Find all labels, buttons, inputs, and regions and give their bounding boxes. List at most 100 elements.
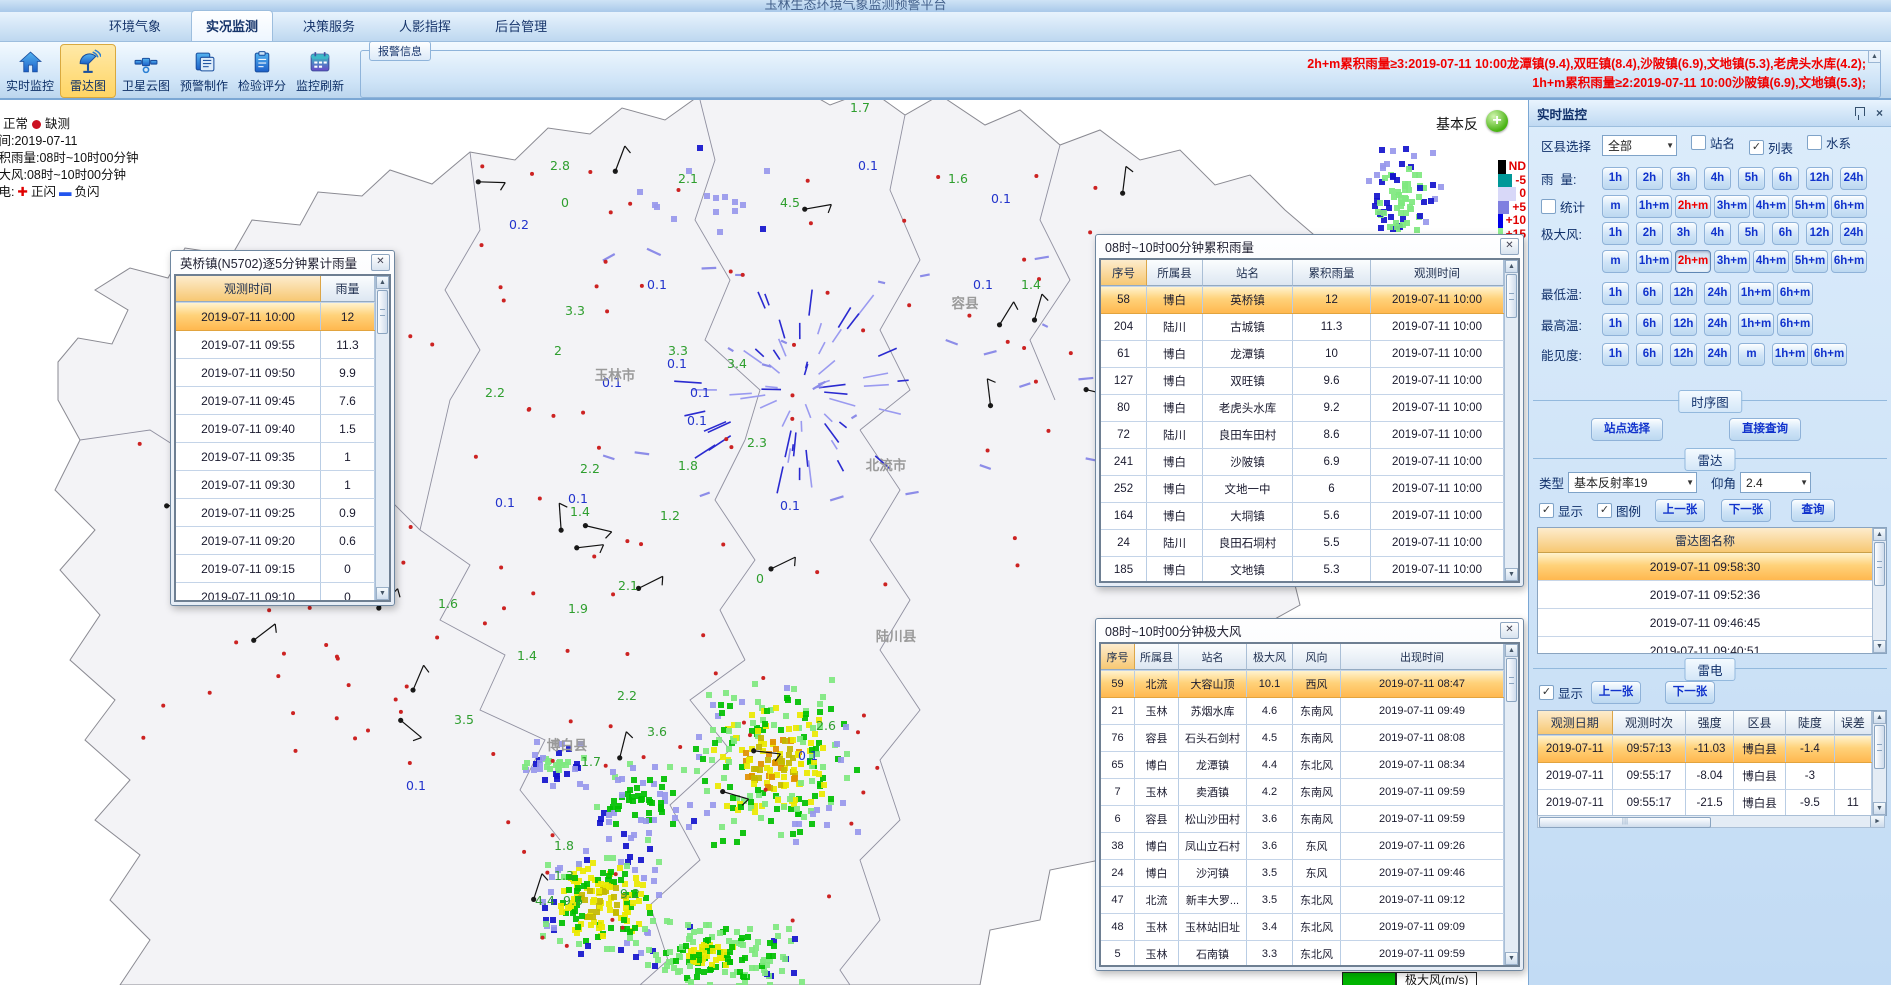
period-button-m[interactable]: m bbox=[1602, 250, 1629, 273]
table-row[interactable]: 2019-07-11 09:401.5 bbox=[176, 415, 375, 443]
radar-show-checkbox[interactable]: ✓显示 bbox=[1539, 501, 1583, 520]
table-row[interactable]: 80博白老虎头水库9.22019-07-11 10:00 bbox=[1101, 395, 1504, 422]
table-row[interactable]: 65博白龙潭镇4.4东北风2019-07-11 08:34 bbox=[1101, 752, 1504, 779]
scroll-down-icon[interactable]: ▼ bbox=[1873, 802, 1886, 815]
table-row[interactable]: 2019-07-11 09:150 bbox=[176, 555, 375, 583]
column-header[interactable]: 出现时间 bbox=[1341, 644, 1504, 670]
table-row[interactable]: 61博白龙潭镇102019-07-11 10:00 bbox=[1101, 341, 1504, 368]
period-button-24h[interactable]: 24h bbox=[1704, 313, 1731, 336]
district-select[interactable]: 全部▼ bbox=[1602, 135, 1677, 156]
period-button-1h[interactable]: 1h bbox=[1602, 167, 1629, 190]
table-row[interactable]: 47北流新丰大罗...3.5东北风2019-07-11 09:12 bbox=[1101, 887, 1504, 914]
table-row[interactable]: 21玉林苏烟水库4.6东南风2019-07-11 09:49 bbox=[1101, 698, 1504, 725]
period-button-3h[interactable]: 3h bbox=[1670, 222, 1697, 245]
period-button-12h[interactable]: 12h bbox=[1670, 343, 1697, 366]
menu-tab-实况监测[interactable]: 实况监测 bbox=[191, 10, 273, 41]
table-row[interactable]: 76容县石头石剑村4.5东南风2019-07-11 08:08 bbox=[1101, 725, 1504, 752]
scroll-down-icon[interactable]: ▼ bbox=[376, 587, 389, 600]
period-button-4h[interactable]: 4h bbox=[1704, 167, 1731, 190]
scroll-thumb[interactable] bbox=[1874, 542, 1885, 586]
period-button-m[interactable]: m bbox=[1738, 343, 1765, 366]
column-header[interactable]: 观测时次 bbox=[1613, 711, 1687, 735]
lightning-hscrollbar[interactable]: ► bbox=[1537, 815, 1885, 828]
lightning-next-button[interactable]: 下一张 bbox=[1665, 681, 1715, 704]
table-row[interactable]: 5玉林石南镇3.3东北风2019-07-11 09:59 bbox=[1101, 941, 1504, 965]
table-row[interactable]: 58博白英桥镇122019-07-11 10:00 bbox=[1101, 287, 1504, 314]
period-button-24h[interactable]: 24h bbox=[1704, 343, 1731, 366]
column-header[interactable]: 站名 bbox=[1179, 644, 1247, 670]
period-button-24h[interactable]: 24h bbox=[1704, 282, 1731, 305]
period-button-2h+m[interactable]: 2h+m bbox=[1675, 195, 1711, 218]
period-button-5h+m[interactable]: 5h+m bbox=[1792, 195, 1828, 218]
column-header[interactable]: 极大风 bbox=[1247, 644, 1293, 670]
period-button-12h[interactable]: 12h bbox=[1806, 167, 1833, 190]
column-header[interactable]: 序号 bbox=[1101, 644, 1135, 670]
radar-next-button[interactable]: 下一张 bbox=[1721, 499, 1771, 522]
table-row[interactable]: 2019-07-11 09:457.6 bbox=[176, 387, 375, 415]
period-button-1h[interactable]: 1h bbox=[1602, 222, 1629, 245]
popup-accumulated-rain[interactable]: 08时~10时00分钟累积雨量✕序号所属县站名累积雨量观测时间58博白英桥镇12… bbox=[1095, 234, 1524, 587]
menu-tab-后台管理[interactable]: 后台管理 bbox=[481, 11, 561, 41]
toolbar-button-实时监控[interactable]: 实时监控 bbox=[2, 44, 58, 98]
radar-prev-button[interactable]: 上一张 bbox=[1655, 499, 1705, 522]
lightning-table[interactable]: 观测日期观测时次强度区县陡度误差2019-07-1109:57:13-11.03… bbox=[1537, 710, 1887, 816]
menu-tab-人影指挥[interactable]: 人影指挥 bbox=[385, 11, 465, 41]
period-button-12h[interactable]: 12h bbox=[1670, 313, 1697, 336]
lightning-show-checkbox[interactable]: ✓显示 bbox=[1539, 683, 1583, 702]
column-header[interactable]: 所属县 bbox=[1135, 644, 1179, 670]
table-row[interactable]: 2019-07-11 09:351 bbox=[176, 443, 375, 471]
table-row[interactable]: 2019-07-1109:55:17-8.04博白县-3 bbox=[1538, 763, 1872, 790]
checkbox-站名[interactable]: 站名 bbox=[1691, 133, 1735, 152]
popup-station-rain[interactable]: 英桥镇(N5702)逐5分钟累计雨量✕观测时间雨量2019-07-11 10:0… bbox=[170, 250, 395, 606]
scroll-down-icon[interactable]: ▼ bbox=[1505, 568, 1518, 581]
checkbox-列表[interactable]: ✓列表 bbox=[1749, 138, 1793, 157]
period-button-1h[interactable]: 1h bbox=[1602, 313, 1629, 336]
toolbar-button-监控刷新[interactable]: 监控刷新 bbox=[292, 44, 348, 98]
table-row[interactable]: 6容县松山沙田村3.6东南风2019-07-11 09:59 bbox=[1101, 806, 1504, 833]
radar-type-select[interactable]: 基本反射率19▼ bbox=[1568, 472, 1697, 493]
table-row[interactable]: 72陆川良田车田村8.62019-07-11 10:00 bbox=[1101, 422, 1504, 449]
period-button-6h[interactable]: 6h bbox=[1772, 222, 1799, 245]
legend-zoom-plus-icon[interactable]: + bbox=[1486, 110, 1508, 132]
column-header[interactable]: 陡度 bbox=[1786, 711, 1835, 735]
popup-titlebar[interactable]: 英桥镇(N5702)逐5分钟累计雨量✕ bbox=[171, 251, 394, 273]
period-button-2h+m[interactable]: 2h+m bbox=[1675, 250, 1711, 273]
period-button-3h+m[interactable]: 3h+m bbox=[1714, 195, 1750, 218]
lightning-prev-button[interactable]: 上一张 bbox=[1591, 681, 1641, 704]
table-row[interactable]: 2019-07-1109:57:13-11.03博白县-1.4 bbox=[1538, 736, 1872, 763]
table-row[interactable]: 252博白文地一中62019-07-11 10:00 bbox=[1101, 476, 1504, 503]
table-row[interactable]: 7玉林卖酒镇4.2东南风2019-07-11 09:59 bbox=[1101, 779, 1504, 806]
scroll-up-icon[interactable]: ▲ bbox=[1505, 260, 1518, 273]
period-button-5h+m[interactable]: 5h+m bbox=[1792, 250, 1828, 273]
statistics-checkbox[interactable]: 统计 bbox=[1529, 197, 1602, 216]
pin-icon[interactable] bbox=[1855, 107, 1865, 116]
period-button-6h+m[interactable]: 6h+m bbox=[1777, 313, 1813, 336]
period-button-1h[interactable]: 1h bbox=[1602, 282, 1629, 305]
column-header[interactable]: 观测日期 bbox=[1538, 711, 1613, 735]
toolbar-button-卫星云图[interactable]: 卫星云图 bbox=[118, 44, 174, 98]
period-button-3h+m[interactable]: 3h+m bbox=[1714, 250, 1750, 273]
column-header[interactable]: 雨量 bbox=[321, 276, 375, 302]
table-row[interactable]: 24博白沙河镇3.5东风2019-07-11 09:46 bbox=[1101, 860, 1504, 887]
period-button-1h[interactable]: 1h bbox=[1602, 343, 1629, 366]
radar-legend-checkbox[interactable]: ✓图例 bbox=[1597, 501, 1641, 520]
period-button-6h[interactable]: 6h bbox=[1636, 343, 1663, 366]
period-button-1h+m[interactable]: 1h+m bbox=[1738, 282, 1774, 305]
period-button-6h[interactable]: 6h bbox=[1636, 282, 1663, 305]
period-button-12h[interactable]: 12h bbox=[1670, 282, 1697, 305]
table-row[interactable]: 48玉林玉林站旧址3.4东北风2019-07-11 09:09 bbox=[1101, 914, 1504, 941]
weather-map[interactable]: 3.322.20.13.30.13.40.10.12.32.21.80.11.4… bbox=[0, 100, 1528, 985]
radar-query-button[interactable]: 查询 bbox=[1791, 499, 1835, 522]
table-row[interactable]: 204陆川古城镇11.32019-07-11 10:00 bbox=[1101, 314, 1504, 341]
table-row[interactable]: 38博白凤山立石村3.6东风2019-07-11 09:26 bbox=[1101, 833, 1504, 860]
popup-close-icon[interactable]: ✕ bbox=[371, 254, 390, 271]
station-select-button[interactable]: 站点选择 bbox=[1591, 418, 1663, 441]
toolbar-button-预警制作[interactable]: 预警制作 bbox=[176, 44, 232, 98]
radar-image-list[interactable]: 雷达图名称2019-07-11 09:58:302019-07-11 09:52… bbox=[1537, 527, 1887, 654]
table-row[interactable]: 59北流大容山顶10.1西风2019-07-11 08:47 bbox=[1101, 671, 1504, 698]
period-button-1h+m[interactable]: 1h+m bbox=[1636, 195, 1672, 218]
period-button-3h[interactable]: 3h bbox=[1670, 167, 1697, 190]
popup-vscrollbar[interactable]: ▲▼ bbox=[375, 276, 389, 600]
column-header[interactable]: 误差 bbox=[1835, 711, 1872, 735]
period-button-6h+m[interactable]: 6h+m bbox=[1811, 343, 1847, 366]
